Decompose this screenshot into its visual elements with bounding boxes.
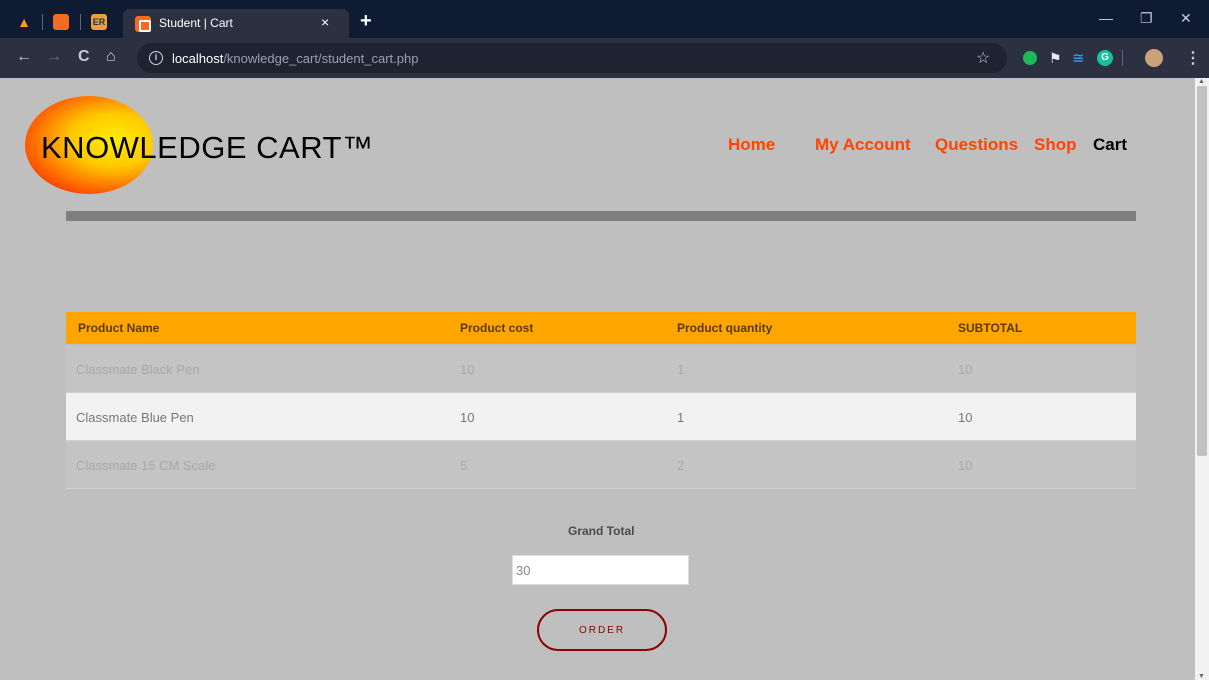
page-scrollbar[interactable]: ▲ ▼ [1195,78,1209,680]
flag-icon[interactable]: ⚑ [1049,50,1062,67]
nav-questions[interactable]: Questions [935,135,1018,155]
back-icon[interactable]: ← [16,48,32,66]
cell-product-cost: 5 [460,458,468,473]
grand-total-label: Grand Total [568,524,635,538]
cell-product-cost: 10 [460,410,475,425]
browser-toolbar: ← → C ⌂ i localhost/knowledge_cart/stude… [0,38,1209,78]
green-dot-icon[interactable] [1023,51,1037,65]
header-product-quantity: Product quantity [677,321,773,335]
xampp-favicon-icon [135,16,151,32]
cell-product-quantity: 2 [677,458,685,473]
menu-kebab-icon[interactable]: ⋮ [1185,48,1201,68]
new-tab-button[interactable]: + [360,10,372,33]
close-window-icon[interactable]: ✕ [1180,10,1192,27]
forward-icon[interactable]: → [46,48,62,66]
bookmark-star-icon[interactable]: ☆ [976,48,990,68]
table-row: Classmate 15 CM Scale 5 2 10 [66,441,1136,489]
cell-subtotal: 10 [958,458,973,473]
browser-tab-bar: ▲ ER Student | Cart × + — ❐ ✕ [0,0,1209,38]
table-row: Classmate Blue Pen 10 1 10 [66,393,1136,441]
cell-product-quantity: 1 [677,410,685,425]
restore-icon[interactable]: ❐ [1140,10,1153,27]
url-text: localhost/knowledge_cart/student_cart.ph… [172,51,419,66]
cell-product-name: Classmate Blue Pen [76,410,194,425]
header-product-cost: Product cost [460,321,534,335]
lines-icon[interactable]: ≅ [1072,49,1085,67]
cell-product-name: Classmate 15 CM Scale [76,458,216,473]
grand-total-field[interactable] [512,555,689,585]
page-content: KNOWLEDGE CART™ Home My Account Question… [8,78,1195,680]
nav-cart[interactable]: Cart [1093,135,1127,155]
scroll-down-icon[interactable]: ▼ [1198,673,1205,680]
header-subtotal: SUBTOTAL [958,321,1023,335]
cell-product-quantity: 1 [677,362,685,377]
home-icon[interactable]: ⌂ [106,48,116,66]
site-logo[interactable]: KNOWLEDGE CART™ [41,130,373,166]
tab-separator [80,14,81,30]
tab-student-cart[interactable]: Student | Cart × [123,9,349,38]
xampp-icon[interactable] [53,14,69,30]
address-bar[interactable]: i localhost/knowledge_cart/student_cart.… [137,43,1007,73]
er-icon[interactable]: ER [91,14,107,30]
tab-separator [42,14,43,30]
tab-title: Student | Cart [159,16,233,30]
scroll-up-icon[interactable]: ▲ [1198,78,1205,85]
reload-icon[interactable]: C [78,48,90,66]
toolbar-separator [1122,50,1123,66]
tab-close-icon[interactable]: × [321,14,329,30]
header-product-name: Product Name [78,321,160,335]
table-row: Classmate Black Pen 10 1 10 [66,345,1136,393]
monitor-logo-icon[interactable]: ▲ [16,14,32,30]
nav-shop[interactable]: Shop [1034,135,1077,155]
table-header: Product Name Product cost Product quanti… [66,312,1136,344]
cell-subtotal: 10 [958,410,973,425]
scroll-thumb[interactable] [1197,86,1207,456]
order-button[interactable]: ORDER [537,609,667,651]
nav-my-account[interactable]: My Account [815,135,911,155]
minimize-icon[interactable]: — [1099,10,1113,26]
header-divider [66,211,1136,221]
cell-product-cost: 10 [460,362,475,377]
grammarly-icon[interactable]: G [1097,50,1113,66]
nav-home[interactable]: Home [728,135,775,155]
cell-product-name: Classmate Black Pen [76,362,200,377]
info-icon[interactable]: i [149,51,163,65]
avatar-icon[interactable] [1145,49,1163,67]
cell-subtotal: 10 [958,362,973,377]
